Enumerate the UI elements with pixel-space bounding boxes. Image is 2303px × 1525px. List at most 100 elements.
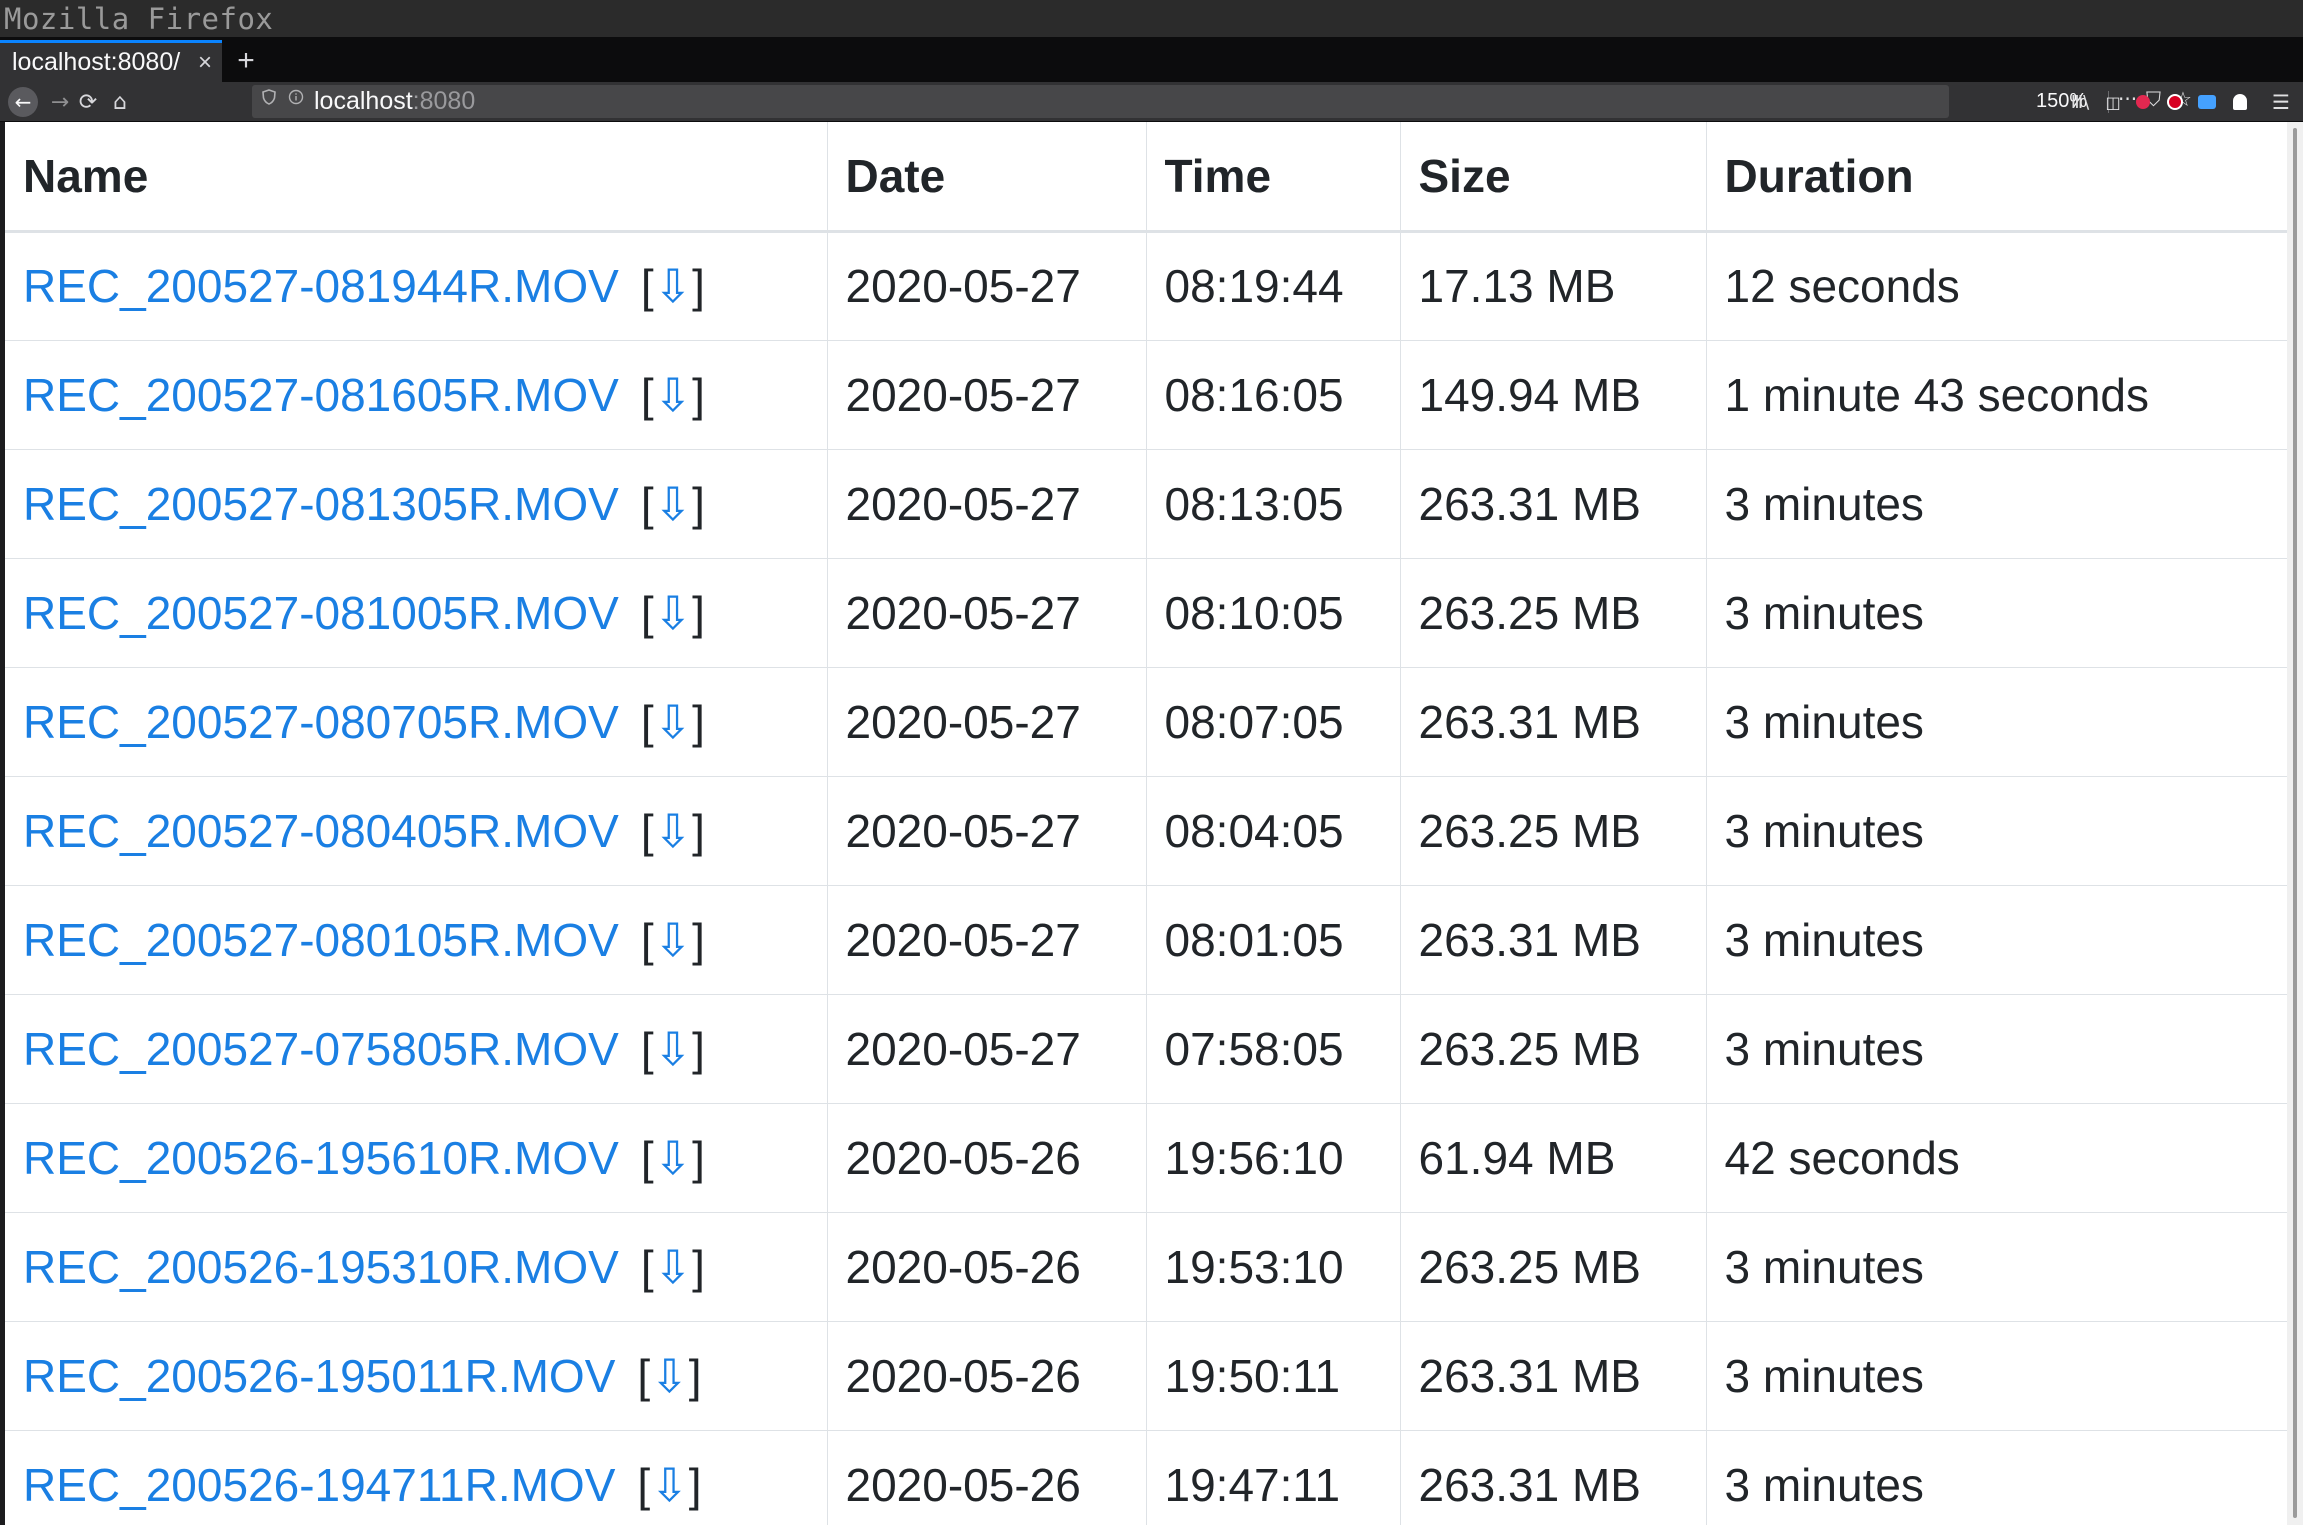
table-row: REC_200527-081005R.MOV [⇩] 2020-05-27 08:10… [5,557,2288,667]
extension-red-dot-icon[interactable] [2130,89,2156,115]
duration-cell: 3 minutes [1705,1429,2288,1525]
download-bracket-open: [ [640,913,654,966]
date-cell: 2020-05-27 [826,993,1146,1103]
duration-cell: 12 seconds [1705,231,2288,340]
download-bracket-open: [ [640,695,654,748]
size-cell: 263.25 MB [1399,557,1706,667]
duration-cell: 1 minute 43 seconds [1705,339,2288,449]
column-header-duration: Duration [1705,122,2288,233]
file-name-cell: REC_200527-081944R.MOV [⇩] [5,231,827,340]
download-link: [⇩] [641,1132,705,1184]
file-table: Name Date Time Size Duration REC_200527-… [5,122,2288,1525]
hamburger-menu-icon[interactable]: ☰ [2268,89,2294,115]
site-info-icon[interactable] [288,89,304,110]
download-bracket-open: [ [640,586,654,639]
close-icon[interactable]: × [198,49,212,77]
file-link[interactable]: REC_200527-081605R.MOV [23,369,619,421]
size-cell: 263.31 MB [1399,1429,1706,1525]
download-bracket-close: ] [692,1131,705,1184]
home-icon[interactable]: ⌂ [104,86,136,118]
duration-cell: 3 minutes [1705,666,2288,776]
page-content: Name Date Time Size Duration REC_200527-… [0,122,2303,1525]
duration-cell: 3 minutes [1705,557,2288,667]
file-link[interactable]: REC_200527-075805R.MOV [23,1023,619,1075]
download-bracket-close: ] [692,804,705,857]
tab-strip: localhost:8080/ × + [0,37,2303,82]
download-bracket-open: [ [637,1458,651,1511]
download-bracket-open: [ [637,1349,651,1402]
url-bar[interactable]: localhost:8080 150% ··· ⛉ ☆ [252,85,2192,118]
time-cell: 08:13:05 [1145,448,1400,558]
date-cell: 2020-05-26 [826,1320,1146,1430]
download-icon[interactable]: ⇩ [654,1241,693,1293]
duration-cell: 3 minutes [1705,1211,2288,1321]
download-icon[interactable]: ⇩ [654,587,693,639]
reload-icon[interactable]: ⟳ [72,86,104,118]
table-row: REC_200527-080705R.MOV [⇩] 2020-05-27 08:07… [5,666,2288,776]
file-link[interactable]: REC_200527-080105R.MOV [23,914,619,966]
duration-cell: 3 minutes [1705,448,2288,558]
file-name-cell: REC_200526-195610R.MOV [⇩] [5,1102,827,1212]
time-cell: 19:47:11 [1145,1429,1400,1525]
file-link[interactable]: REC_200526-194711R.MOV [23,1459,615,1511]
window-titlebar: Mozilla Firefox [0,0,2303,37]
file-link[interactable]: REC_200526-195011R.MOV [23,1350,615,1402]
download-bracket-close: ] [692,368,705,421]
library-icon[interactable]: Ⅲ\ [2067,89,2093,115]
download-bracket-open: [ [640,804,654,857]
download-icon[interactable]: ⇩ [654,914,693,966]
download-icon[interactable]: ⇩ [654,478,693,530]
extension-ghost-icon[interactable] [2227,89,2253,115]
download-icon[interactable]: ⇩ [650,1350,689,1402]
download-bracket-open: [ [640,1022,654,1075]
file-link[interactable]: REC_200526-195610R.MOV [23,1132,619,1184]
tab-label: localhost:8080/ [12,48,181,76]
download-icon[interactable]: ⇩ [654,369,693,421]
new-tab-button[interactable]: + [222,40,270,82]
date-cell: 2020-05-26 [826,1102,1146,1212]
tab-localhost[interactable]: localhost:8080/ × [0,40,222,82]
sidebar-icon[interactable]: ◫ [2100,89,2126,115]
tracking-shield-icon[interactable] [262,89,276,110]
download-icon[interactable]: ⇩ [654,260,693,312]
download-icon[interactable]: ⇩ [654,696,693,748]
date-cell: 2020-05-27 [826,231,1146,340]
download-link: [⇩] [641,696,705,748]
table-row: REC_200527-081305R.MOV [⇩] 2020-05-27 08:13… [5,448,2288,558]
window-title: Mozilla Firefox [4,1,274,36]
file-link[interactable]: REC_200527-080705R.MOV [23,696,619,748]
file-link[interactable]: REC_200527-081944R.MOV [23,260,619,312]
download-bracket-close: ] [692,1022,705,1075]
time-cell: 08:10:05 [1145,557,1400,667]
table-row: REC_200527-081605R.MOV [⇩] 2020-05-27 08:16… [5,339,2288,449]
date-cell: 2020-05-26 [826,1211,1146,1321]
url-text[interactable]: localhost:8080 [314,87,475,116]
extension-ublock-icon[interactable] [2162,89,2188,115]
file-link[interactable]: REC_200527-081305R.MOV [23,478,619,530]
date-cell: 2020-05-27 [826,666,1146,776]
duration-cell: 3 minutes [1705,775,2288,885]
time-cell: 08:07:05 [1145,666,1400,776]
back-icon[interactable]: ← [8,87,38,117]
file-name-cell: REC_200527-081605R.MOV [⇩] [5,339,827,449]
download-icon[interactable]: ⇩ [650,1459,689,1511]
extension-blue-icon[interactable] [2194,89,2220,115]
download-bracket-open: [ [640,260,654,312]
download-bracket-close: ] [692,1240,705,1293]
date-cell: 2020-05-27 [826,884,1146,994]
download-bracket-close: ] [688,1458,702,1511]
table-row: REC_200526-194711R.MOV [⇩] 2020-05-26 19:47… [5,1429,2288,1525]
column-header-name: Name [5,122,827,233]
file-link[interactable]: REC_200527-080405R.MOV [23,805,619,857]
size-cell: 61.94 MB [1399,1102,1706,1212]
table-header-row: Name Date Time Size Duration [5,122,2288,233]
scrollbar-thumb[interactable] [2293,128,2297,1518]
download-icon[interactable]: ⇩ [654,1132,693,1184]
table-row: REC_200527-080405R.MOV [⇩] 2020-05-27 08:04… [5,775,2288,885]
download-icon[interactable]: ⇩ [654,805,693,857]
download-icon[interactable]: ⇩ [654,1023,693,1075]
download-bracket-close: ] [692,695,705,748]
file-link[interactable]: REC_200526-195310R.MOV [23,1241,619,1293]
download-link: [⇩] [641,1241,705,1293]
file-link[interactable]: REC_200527-081005R.MOV [23,587,619,639]
